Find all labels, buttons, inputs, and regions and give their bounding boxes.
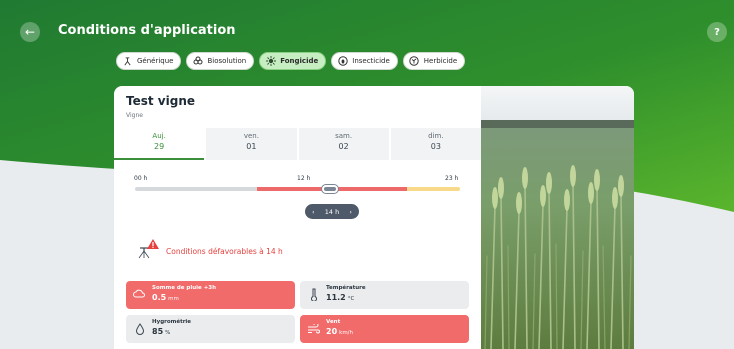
timeline-mid-label: 12 h xyxy=(297,175,311,182)
category-filter: Générique Biosolution Fongicide Insectic… xyxy=(116,52,466,70)
timeline-start-label: 00 h xyxy=(134,175,148,182)
tab-day-sat[interactable]: sam. 02 xyxy=(298,128,389,160)
warning-text: Conditions défavorables à 14 h xyxy=(166,247,283,256)
tab-day-today[interactable]: Auj. 29 xyxy=(114,128,205,160)
timeline-handle[interactable] xyxy=(322,185,338,193)
conditions-panel: Test vigne Vigne Auj. 29 ven. 01 sam. 02… xyxy=(114,86,481,349)
sprayer-warning-icon xyxy=(138,239,159,259)
day-tabs: Auj. 29 ven. 01 sam. 02 dim. 03 xyxy=(114,128,481,160)
droplet-icon xyxy=(133,322,146,335)
thermometer-icon xyxy=(307,288,320,301)
metric-wind: Vent 20 km/h xyxy=(300,315,469,343)
cloud-rain-icon xyxy=(133,288,146,301)
chevron-right-icon[interactable]: › xyxy=(349,208,352,216)
farm-name: Test vigne xyxy=(126,94,195,108)
arrow-left-icon: ← xyxy=(24,25,36,39)
herb-icon xyxy=(409,56,420,67)
hour-selector: ‹ 14 h › xyxy=(305,204,359,219)
chevron-left-icon[interactable]: ‹ xyxy=(312,208,315,216)
selected-hour: 14 h xyxy=(324,207,340,216)
chip-generique[interactable]: Générique xyxy=(116,52,182,70)
fungus-icon xyxy=(265,56,276,67)
sprayer-icon xyxy=(122,56,133,67)
wheat-field-photo xyxy=(481,86,634,349)
tab-day-fri[interactable]: ven. 01 xyxy=(206,128,297,160)
hour-timeline[interactable] xyxy=(135,187,460,191)
conditions-card: Test vigne Vigne Auj. 29 ven. 01 sam. 02… xyxy=(114,86,634,349)
metric-temperature: Température 11.2 °C xyxy=(300,281,469,309)
help-button[interactable]: ? xyxy=(707,22,727,42)
bio-icon xyxy=(192,56,203,67)
timeline-segment-caution xyxy=(407,187,460,191)
metric-humidity: Hygrométrie 85% xyxy=(126,315,295,343)
page-title: Conditions d'application xyxy=(58,23,236,38)
chip-fongicide[interactable]: Fongicide xyxy=(259,52,327,70)
chip-biosolution[interactable]: Biosolution xyxy=(186,52,255,70)
insect-icon xyxy=(337,56,348,67)
crop-name: Vigne xyxy=(126,112,143,119)
wind-icon xyxy=(307,322,320,335)
tab-day-sun[interactable]: dim. 03 xyxy=(390,128,481,160)
chip-herbicide[interactable]: Herbicide xyxy=(402,52,466,70)
timeline-segment-neutral xyxy=(135,187,257,191)
timeline-end-label: 23 h xyxy=(445,175,459,182)
chip-insecticide[interactable]: Insecticide xyxy=(331,52,398,70)
back-button[interactable]: ← xyxy=(20,22,40,42)
metric-rain: Somme de pluie +3h 0.5 mm xyxy=(126,281,295,309)
